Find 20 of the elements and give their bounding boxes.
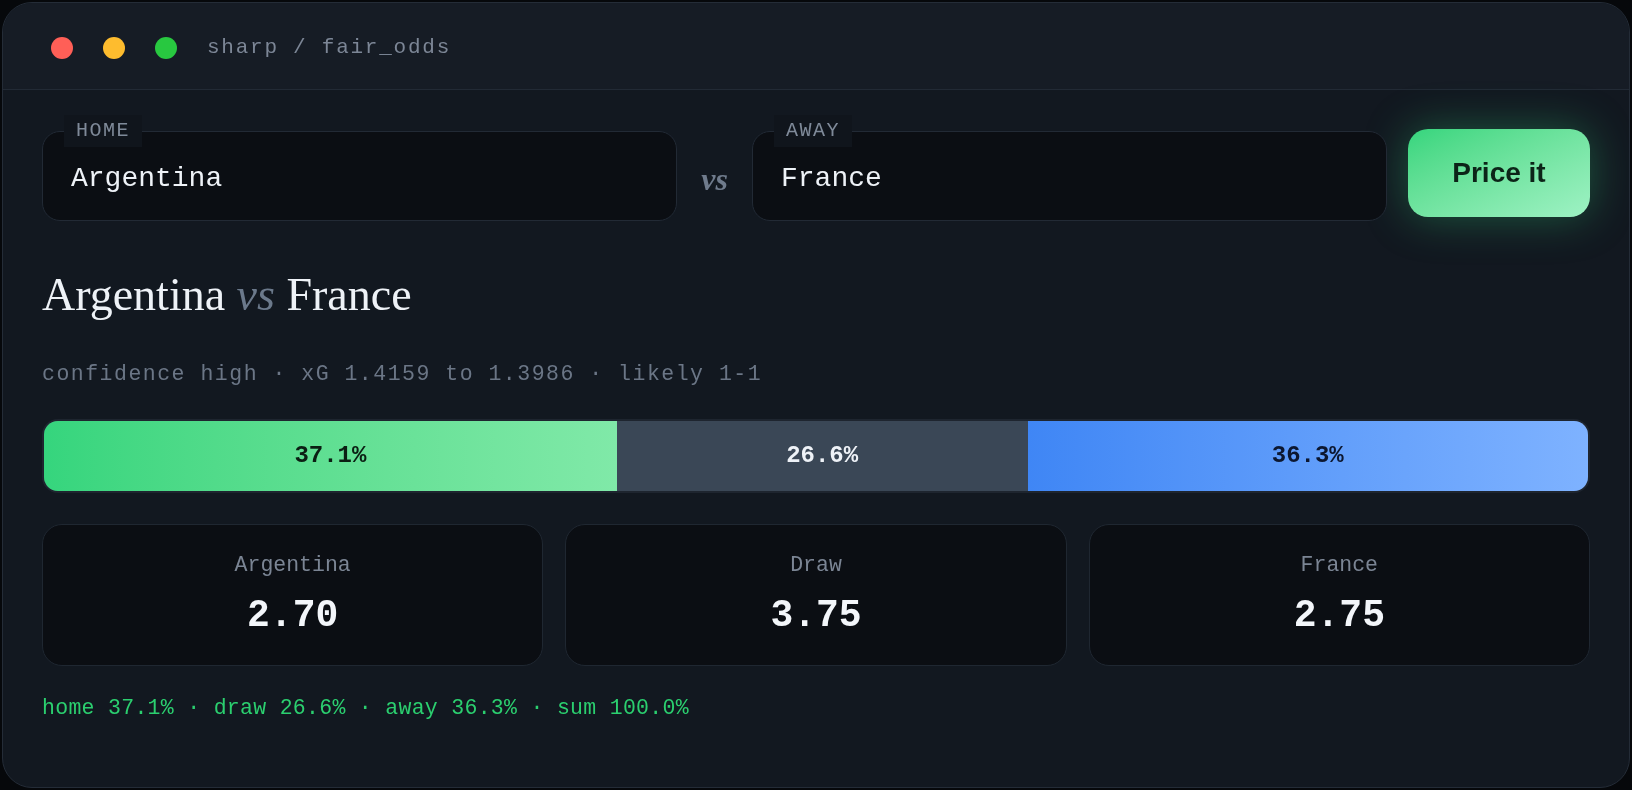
minimize-button[interactable]	[103, 36, 125, 59]
odds-value: 3.75	[770, 594, 862, 638]
away-win-fill: 36.3%	[1027, 421, 1588, 491]
outcome-label: Draw	[790, 552, 842, 579]
field-label: HOME	[64, 115, 142, 147]
versus-label: vs	[700, 160, 729, 199]
outcome-label: Argentina	[234, 552, 351, 579]
close-button[interactable]	[51, 36, 73, 59]
odds-value: 2.70	[247, 594, 339, 638]
outcome-label: France	[1300, 552, 1379, 579]
home-win-fill: 37.1%	[44, 421, 617, 491]
probability-summary: home 37.1% · draw 26.6% · away 36.3% · sum 100.0%	[42, 695, 690, 722]
match-heading: Argentina vs France	[42, 272, 413, 318]
price-button[interactable]: Price it	[1408, 129, 1590, 217]
field-label: AWAY	[774, 115, 852, 147]
maximize-button[interactable]	[155, 36, 177, 59]
odds-value: 2.75	[1293, 594, 1385, 638]
match-summary: confidence high · xG 1.4159 to 1.3986 · likely 1-1	[42, 361, 764, 388]
draw-share-label: 26.6%	[786, 441, 859, 471]
window-title: sharp / fair_odds	[207, 34, 451, 61]
